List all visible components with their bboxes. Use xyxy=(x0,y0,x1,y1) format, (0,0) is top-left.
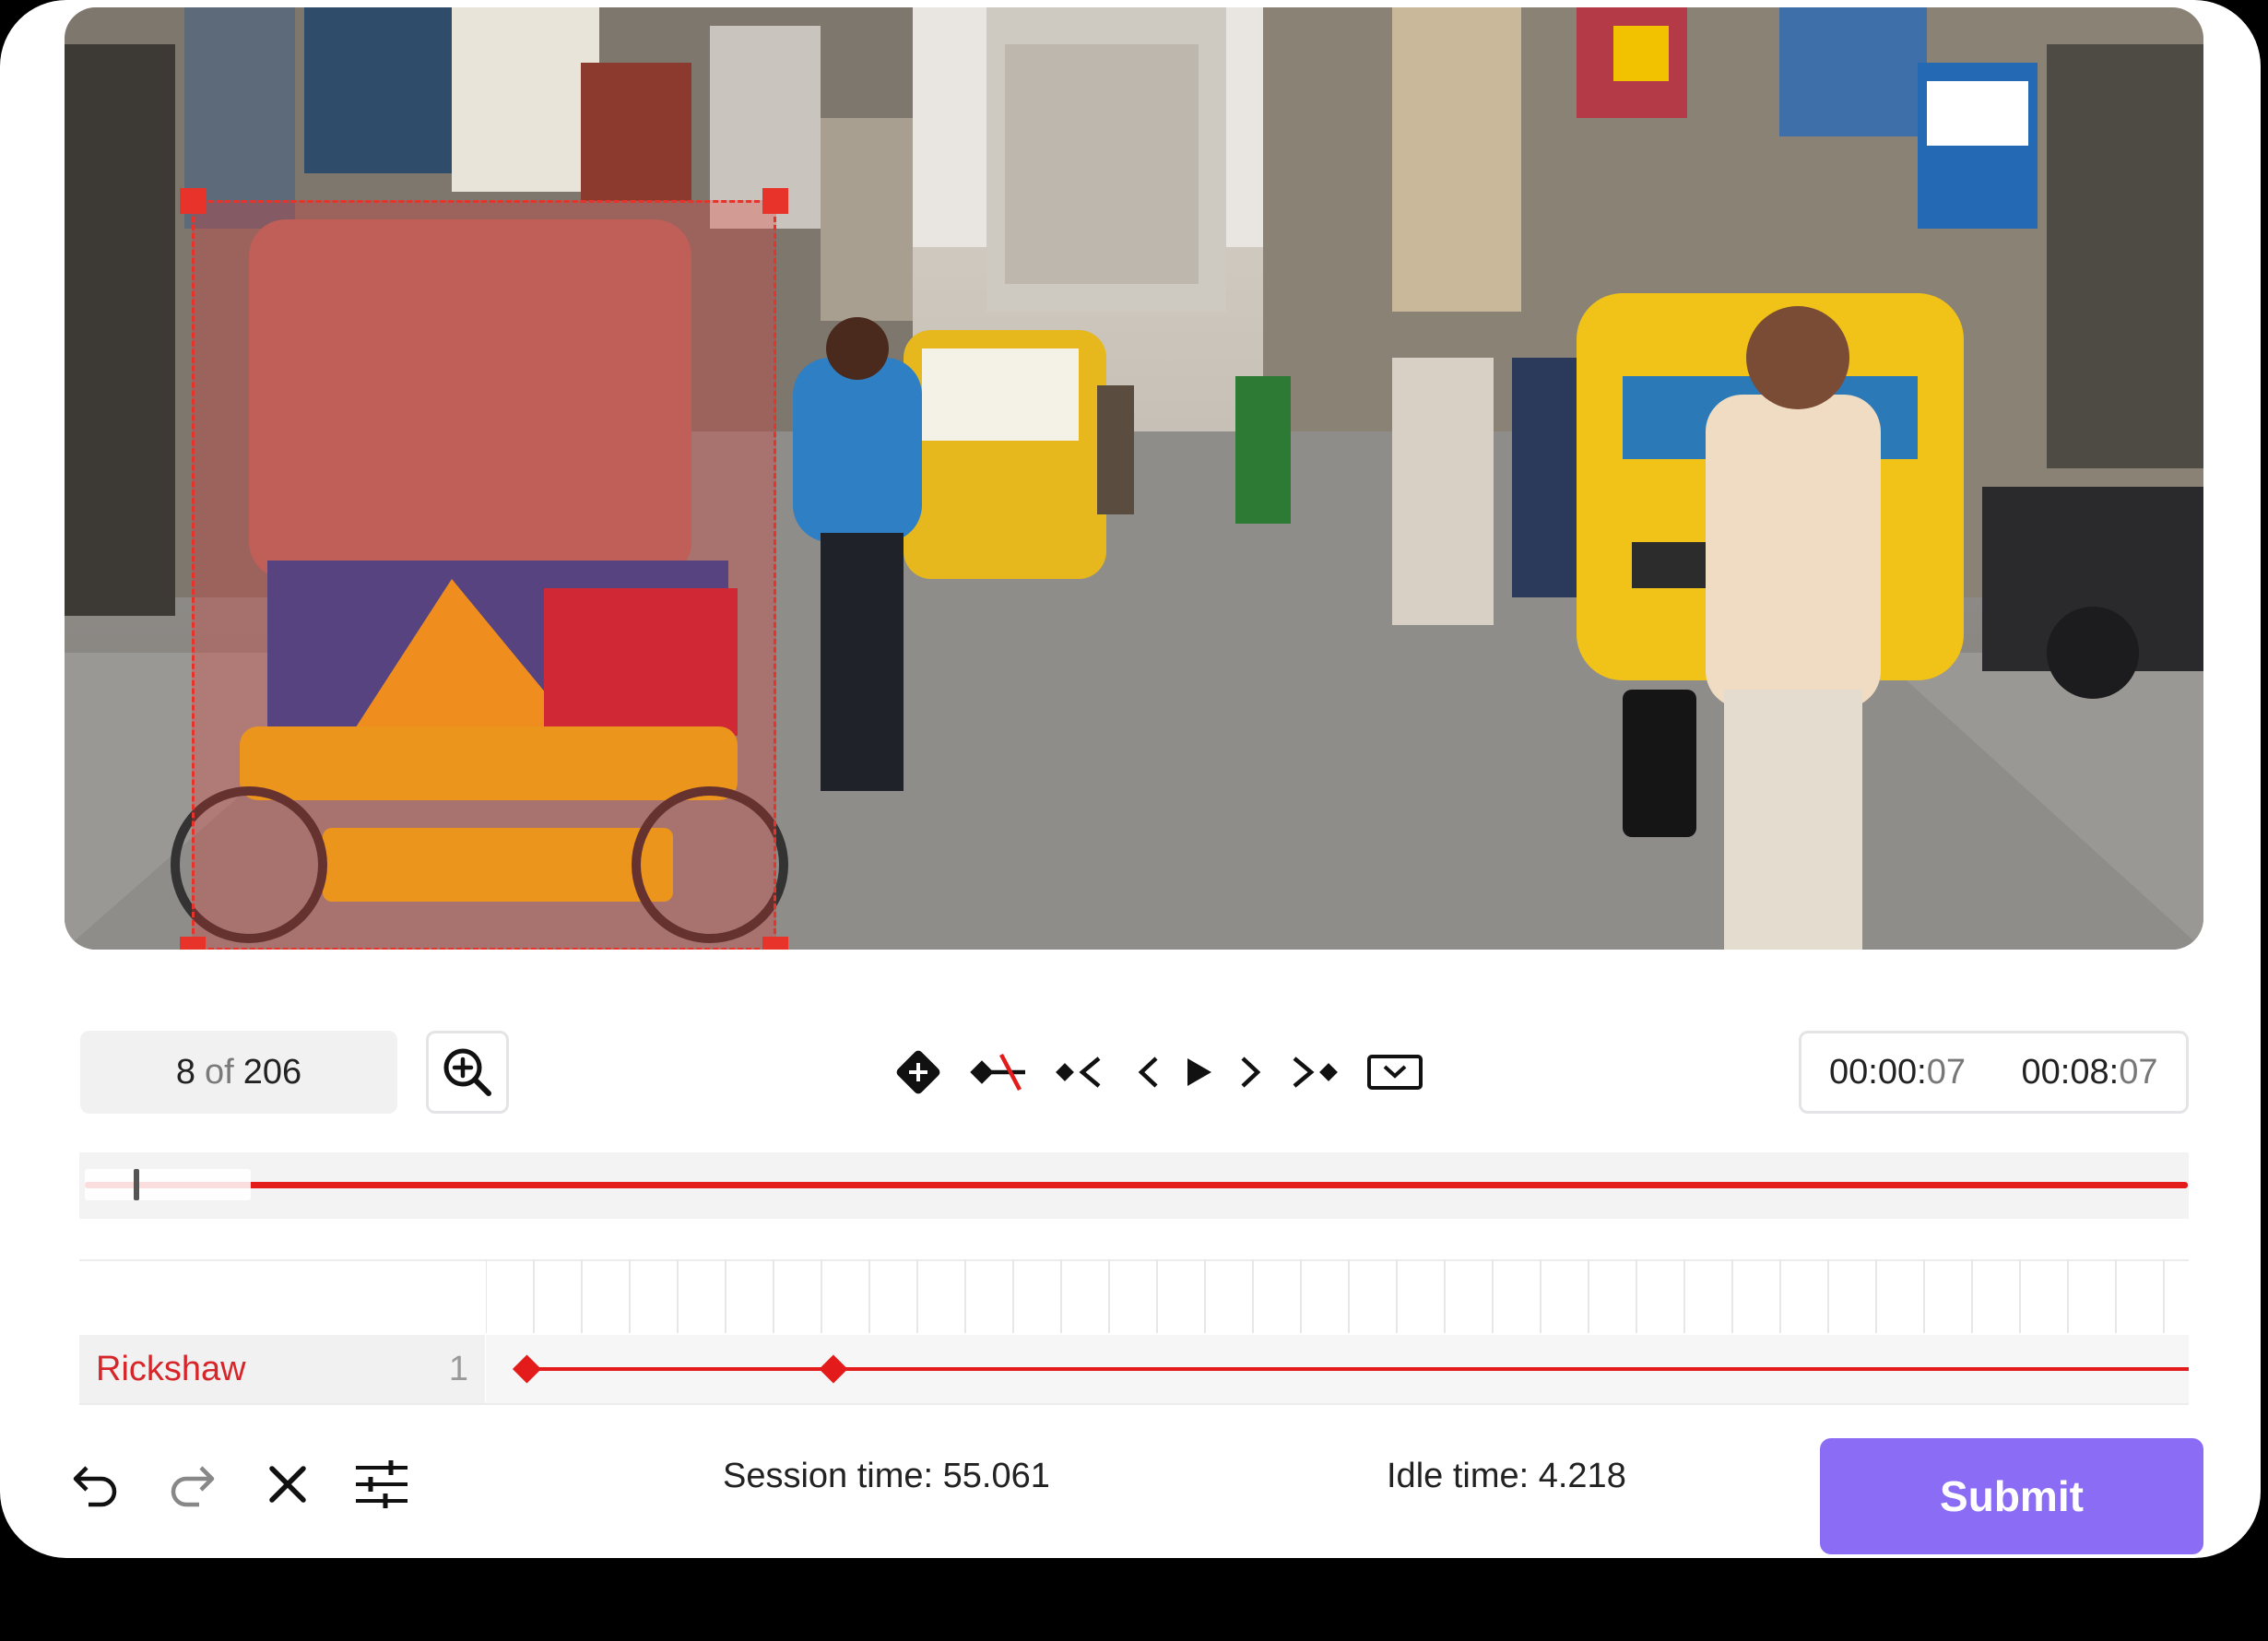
remove-keyframe-button[interactable] xyxy=(970,1046,1027,1098)
keyframe-marker[interactable] xyxy=(512,1354,542,1384)
frame-total: 206 xyxy=(242,1052,302,1092)
rickshaw-bounding-box[interactable] xyxy=(180,188,788,950)
track-count: 1 xyxy=(448,1349,468,1388)
total-time-ms: 07 xyxy=(2119,1052,2158,1092)
redo-icon xyxy=(171,1466,215,1507)
play-icon xyxy=(1187,1058,1211,1086)
dropdown-icon xyxy=(1367,1055,1423,1090)
current-time-main: 00:00: xyxy=(1829,1052,1927,1092)
undo-button[interactable] xyxy=(68,1457,124,1512)
zoom-button[interactable] xyxy=(426,1031,509,1114)
timeline-bottom-border xyxy=(79,1403,2189,1405)
track-name: Rickshaw xyxy=(96,1349,246,1388)
track-label-rickshaw[interactable]: Rickshaw 1 xyxy=(79,1335,485,1403)
add-keyframe-button[interactable] xyxy=(891,1046,946,1098)
total-time: 00:08: 07 xyxy=(1993,1031,2189,1114)
scrubber-thumb[interactable] xyxy=(134,1169,140,1200)
video-frame[interactable] xyxy=(65,7,2203,950)
resize-handle-top-right[interactable] xyxy=(762,188,788,214)
prev-keyframe-button[interactable] xyxy=(1053,1046,1104,1098)
clear-button[interactable] xyxy=(260,1457,315,1512)
current-time: 00:00: 07 xyxy=(1799,1031,1996,1114)
undo-icon xyxy=(73,1466,117,1507)
resize-handle-bottom-left[interactable] xyxy=(180,937,206,950)
session-time: Session time: 55.061 xyxy=(723,1457,1050,1495)
scrubber-viewport-window[interactable] xyxy=(85,1169,251,1200)
resize-handle-bottom-right[interactable] xyxy=(762,937,788,950)
next-keyframe-icon xyxy=(1293,1057,1338,1088)
track-keyframes-rickshaw[interactable] xyxy=(486,1335,2189,1403)
frame-current: 8 xyxy=(175,1052,196,1092)
resize-handle-top-left[interactable] xyxy=(180,188,206,214)
settings-button[interactable] xyxy=(354,1457,409,1512)
annotation-card: 8 of 206 00:00: 07 00:08: 07 Rickshaw 1 … xyxy=(0,0,2261,1558)
next-keyframe-button[interactable] xyxy=(1289,1046,1342,1098)
current-time-ms: 07 xyxy=(1926,1052,1966,1092)
idle-time: Idle time: 4.218 xyxy=(1387,1457,1626,1495)
frame-of-label: of xyxy=(205,1052,234,1092)
keyframe-marker[interactable] xyxy=(819,1354,848,1384)
submit-button[interactable]: Submit xyxy=(1820,1438,2203,1554)
prev-frame-icon xyxy=(1138,1057,1158,1088)
next-frame-button[interactable] xyxy=(1234,1046,1267,1098)
frame-menu-button[interactable] xyxy=(1366,1046,1423,1098)
play-button[interactable] xyxy=(1180,1046,1217,1098)
add-keyframe-icon xyxy=(896,1050,940,1094)
redo-button[interactable] xyxy=(164,1457,219,1512)
prev-keyframe-icon xyxy=(1056,1057,1101,1088)
frame-counter[interactable]: 8 of 206 xyxy=(80,1031,397,1114)
close-icon xyxy=(269,1466,306,1503)
timeline-frame-ticks[interactable] xyxy=(486,1259,2189,1333)
settings-sliders-icon xyxy=(356,1460,408,1508)
prev-frame-button[interactable] xyxy=(1132,1046,1165,1098)
scrubber-progress-line xyxy=(85,1182,2188,1188)
next-frame-icon xyxy=(1241,1057,1261,1088)
total-time-main: 00:08: xyxy=(2021,1052,2120,1092)
remove-keyframe-icon xyxy=(970,1053,1025,1092)
zoom-in-icon xyxy=(443,1048,491,1096)
